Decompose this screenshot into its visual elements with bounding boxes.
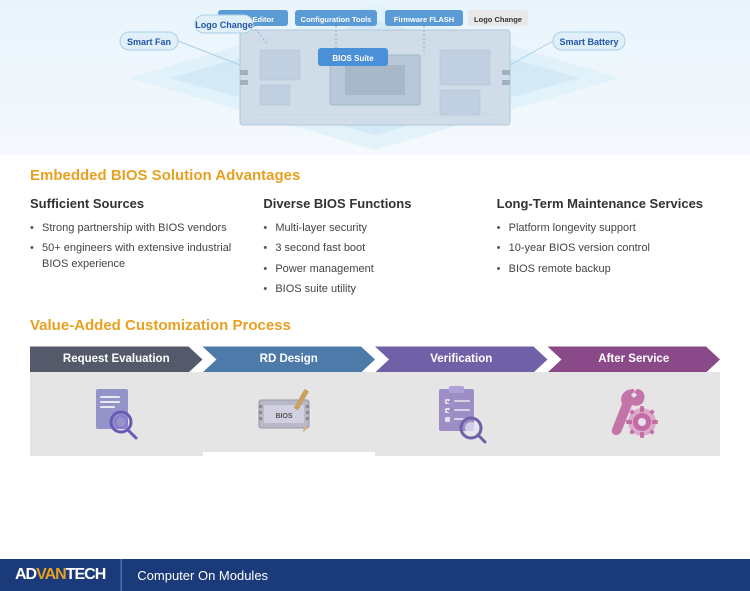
bios-chip-icon: BIOS [254, 385, 324, 440]
col-3-list: Platform longevity support 10-year BIOS … [497, 221, 720, 277]
value-section-title: Value-Added Customization Process [30, 317, 720, 334]
search-document-icon [86, 384, 146, 444]
step-2-body: BIOS [203, 372, 376, 452]
footer-tagline: Computer On Modules [122, 568, 268, 583]
step-3-header: Verification [375, 346, 548, 372]
list-item: Platform longevity support [497, 221, 720, 236]
list-item: Power management [263, 262, 486, 277]
svg-text:Configuration Tools: Configuration Tools [301, 15, 372, 24]
svg-text:BIOS Suite: BIOS Suite [332, 54, 374, 63]
process-steps: Request Evaluation RD Design [30, 346, 720, 456]
main-content: Embedded BIOS Solution Advantages Suffic… [0, 155, 750, 466]
advantages-grid: Sufficient Sources Strong partnership wi… [30, 196, 720, 302]
step-request-evaluation: Request Evaluation [30, 346, 203, 456]
step-4-body [548, 372, 721, 456]
svg-text:Smart Battery: Smart Battery [559, 37, 618, 47]
step-1-header: Request Evaluation [30, 346, 203, 372]
list-item: 50+ engineers with extensive industrial … [30, 241, 253, 272]
col-1-title: Sufficient Sources [30, 196, 253, 213]
col-1-list: Strong partnership with BIOS vendors 50+… [30, 221, 253, 272]
footer: ADVANTECH Computer On Modules [0, 559, 750, 591]
svg-text:Firmware FLASH: Firmware FLASH [394, 15, 454, 24]
step-3-body [375, 372, 548, 456]
svg-text:BIOS: BIOS [275, 413, 292, 420]
step-rd-design: RD Design BIOS [203, 346, 376, 456]
list-item: Strong partnership with BIOS vendors [30, 221, 253, 236]
advantech-logo: ADVANTECH [15, 566, 105, 584]
col-2-title: Diverse BIOS Functions [263, 196, 486, 213]
list-item: 10-year BIOS version control [497, 241, 720, 256]
list-item: Multi-layer security [263, 221, 486, 236]
step-verification: Verification [375, 346, 548, 456]
advantage-col-1: Sufficient Sources Strong partnership wi… [30, 196, 253, 302]
svg-text:Logo Change: Logo Change [195, 20, 253, 30]
diagram-svg: BIOS Suite Configuration Tools Firmware … [0, 0, 750, 155]
step-2-header: RD Design [203, 346, 376, 372]
logo-van: VAN [36, 566, 66, 584]
advantage-col-3: Long-Term Maintenance Services Platform … [497, 196, 720, 302]
list-item: BIOS suite utility [263, 282, 486, 297]
col-2-list: Multi-layer security 3 second fast boot … [263, 221, 486, 298]
svg-text:Smart Fan: Smart Fan [127, 37, 171, 47]
verification-icon [429, 384, 494, 444]
bios-diagram: BIOS Suite Configuration Tools Firmware … [0, 0, 750, 155]
list-item: BIOS remote backup [497, 262, 720, 277]
footer-logo-area: ADVANTECH [0, 559, 121, 591]
col-3-title: Long-Term Maintenance Services [497, 196, 720, 213]
step-after-service: After Service [548, 346, 721, 456]
list-item: 3 second fast boot [263, 241, 486, 256]
step-1-body [30, 372, 203, 456]
step-4-header: After Service [548, 346, 721, 372]
logo-tech: TECH [66, 566, 106, 584]
logo-ad: AD [15, 566, 36, 584]
svg-text:Logo Change: Logo Change [474, 15, 522, 24]
service-icon [604, 384, 664, 444]
advantage-col-2: Diverse BIOS Functions Multi-layer secur… [263, 196, 486, 302]
main-section-title: Embedded BIOS Solution Advantages [30, 167, 720, 184]
